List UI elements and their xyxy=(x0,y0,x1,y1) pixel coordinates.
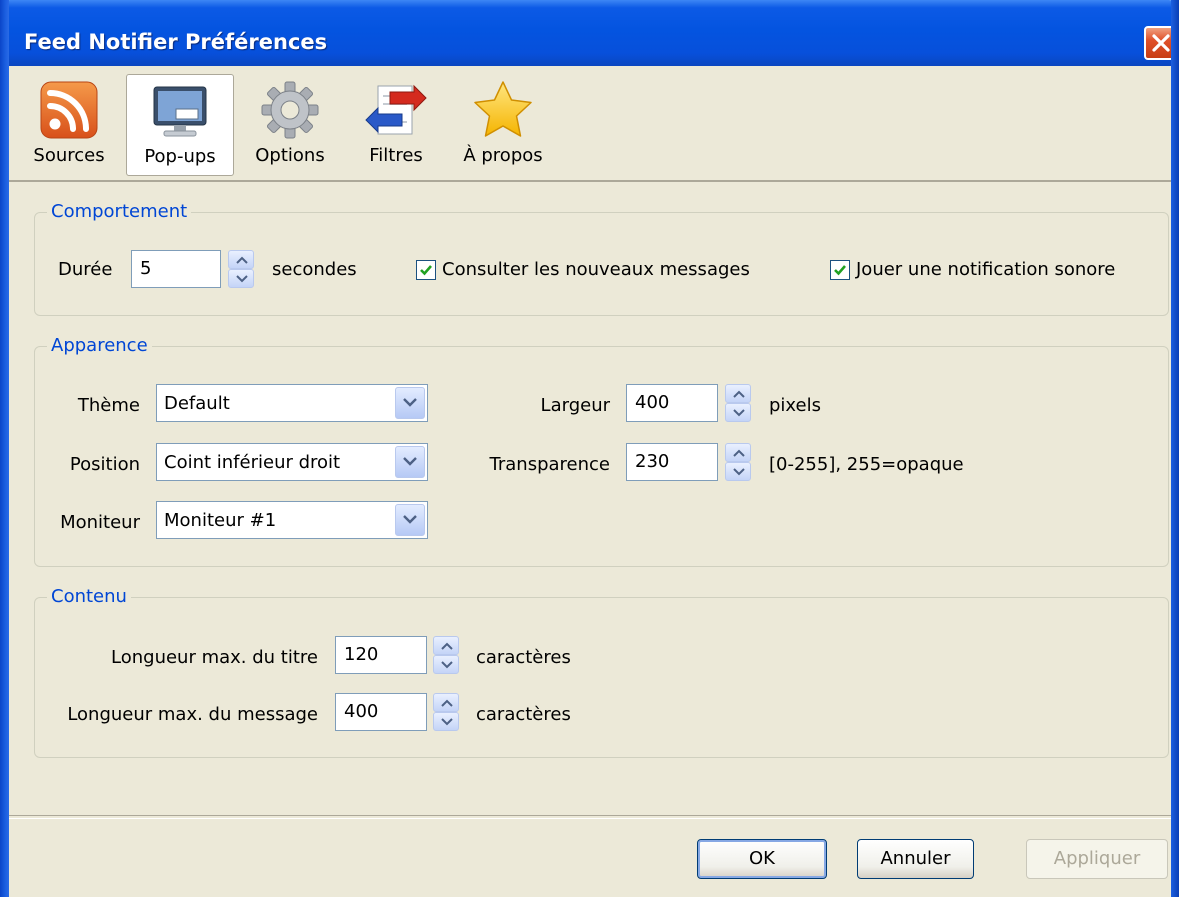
chevron-down-icon xyxy=(403,398,417,407)
duration-spinner[interactable] xyxy=(228,250,254,288)
position-dropdown-button[interactable] xyxy=(395,446,425,478)
monitor-select-value: Moniteur #1 xyxy=(164,510,277,531)
window-title: Feed Notifier Préférences xyxy=(24,30,328,54)
preferences-window: Feed Notifier Préférences Sources Pop-up… xyxy=(0,0,1179,897)
message-length-label: Longueur max. du message xyxy=(67,704,318,725)
check-messages-checkbox[interactable] xyxy=(416,260,436,280)
chevron-up-icon xyxy=(441,642,453,650)
theme-label: Thème xyxy=(77,395,140,416)
chevron-down-icon xyxy=(403,457,417,466)
chevron-down-icon xyxy=(441,661,453,669)
tab-sources[interactable]: Sources xyxy=(21,74,117,176)
title-length-spinner[interactable] xyxy=(433,636,459,674)
chevron-up-icon xyxy=(441,699,453,707)
spin-up-button[interactable] xyxy=(433,636,459,655)
monitor-label: Moniteur xyxy=(60,512,140,533)
check-messages-label[interactable]: Consulter les nouveaux messages xyxy=(442,259,750,280)
message-length-spinner[interactable] xyxy=(433,693,459,731)
chevron-down-icon xyxy=(733,409,745,417)
spin-down-button[interactable] xyxy=(228,269,254,288)
sound-checkbox[interactable] xyxy=(830,260,850,280)
theme-select-value: Default xyxy=(164,393,230,414)
position-select-value: Coint inférieur droit xyxy=(164,452,341,473)
spin-down-button[interactable] xyxy=(433,655,459,674)
checkmark-icon xyxy=(420,265,432,276)
transparency-label: Transparence xyxy=(489,454,610,475)
width-spinner[interactable] xyxy=(725,384,751,422)
monitor-dropdown-button[interactable] xyxy=(395,504,425,536)
title-length-input[interactable]: 120 xyxy=(335,636,427,674)
duration-unit: secondes xyxy=(272,259,357,280)
rss-feed-icon xyxy=(37,78,101,142)
width-label: Largeur xyxy=(540,395,610,416)
spin-down-button[interactable] xyxy=(725,462,751,481)
tab-filters[interactable]: Filtres xyxy=(354,74,438,176)
ok-button[interactable]: OK xyxy=(697,839,827,879)
monitor-select[interactable]: Moniteur #1 xyxy=(156,501,428,539)
tab-about[interactable]: À propos xyxy=(455,74,551,176)
chevron-up-icon xyxy=(733,449,745,457)
window-frame-left xyxy=(0,0,9,897)
title-bar[interactable]: Feed Notifier Préférences xyxy=(0,0,1179,66)
spin-up-button[interactable] xyxy=(725,384,751,403)
title-length-label: Longueur max. du titre xyxy=(111,647,318,668)
footer-separator xyxy=(9,815,1171,819)
chevron-down-icon xyxy=(403,515,417,524)
chevron-up-icon xyxy=(733,390,745,398)
spin-down-button[interactable] xyxy=(725,403,751,422)
title-length-unit: caractères xyxy=(476,647,571,668)
chevron-down-icon xyxy=(733,468,745,476)
preferences-toolbar: Sources Pop-ups Options Filtres À propos xyxy=(9,66,1171,182)
close-icon xyxy=(1152,34,1170,52)
theme-dropdown-button[interactable] xyxy=(395,387,425,419)
theme-select[interactable]: Default xyxy=(156,384,428,422)
spin-up-button[interactable] xyxy=(725,443,751,462)
tab-about-label: À propos xyxy=(463,145,543,166)
appearance-legend: Apparence xyxy=(47,335,152,356)
tab-filters-label: Filtres xyxy=(369,145,423,166)
transparency-hint: [0-255], 255=opaque xyxy=(769,454,964,475)
tab-sources-label: Sources xyxy=(33,145,105,166)
tab-options-label: Options xyxy=(255,145,325,166)
content-group xyxy=(34,597,1169,758)
apply-button[interactable]: Appliquer xyxy=(1026,839,1168,879)
message-length-unit: caractères xyxy=(476,704,571,725)
sound-label[interactable]: Jouer une notification sonore xyxy=(856,259,1115,280)
tab-popups-label: Pop-ups xyxy=(144,146,216,167)
window-frame-right xyxy=(1171,0,1179,897)
monitor-icon xyxy=(148,79,212,143)
width-unit: pixels xyxy=(769,395,821,416)
spin-up-button[interactable] xyxy=(433,693,459,712)
chevron-down-icon xyxy=(236,275,248,283)
spin-down-button[interactable] xyxy=(433,712,459,731)
content-legend: Contenu xyxy=(47,586,131,607)
star-icon xyxy=(471,78,535,142)
transparency-input[interactable]: 230 xyxy=(626,443,718,481)
behavior-legend: Comportement xyxy=(47,201,192,222)
duration-input[interactable]: 5 xyxy=(131,250,221,288)
chevron-up-icon xyxy=(236,256,248,264)
width-input[interactable]: 400 xyxy=(626,384,718,422)
spin-up-button[interactable] xyxy=(228,250,254,269)
filter-arrows-icon xyxy=(364,78,428,142)
chevron-down-icon xyxy=(441,718,453,726)
checkmark-icon xyxy=(834,265,846,276)
duration-label: Durée xyxy=(58,259,113,280)
cancel-button[interactable]: Annuler xyxy=(857,839,974,879)
tab-popups[interactable]: Pop-ups xyxy=(126,74,234,176)
transparency-spinner[interactable] xyxy=(725,443,751,481)
message-length-input[interactable]: 400 xyxy=(335,693,427,731)
tab-options[interactable]: Options xyxy=(245,74,335,176)
position-label: Position xyxy=(69,454,140,475)
gear-icon xyxy=(258,78,322,142)
position-select[interactable]: Coint inférieur droit xyxy=(156,443,428,481)
